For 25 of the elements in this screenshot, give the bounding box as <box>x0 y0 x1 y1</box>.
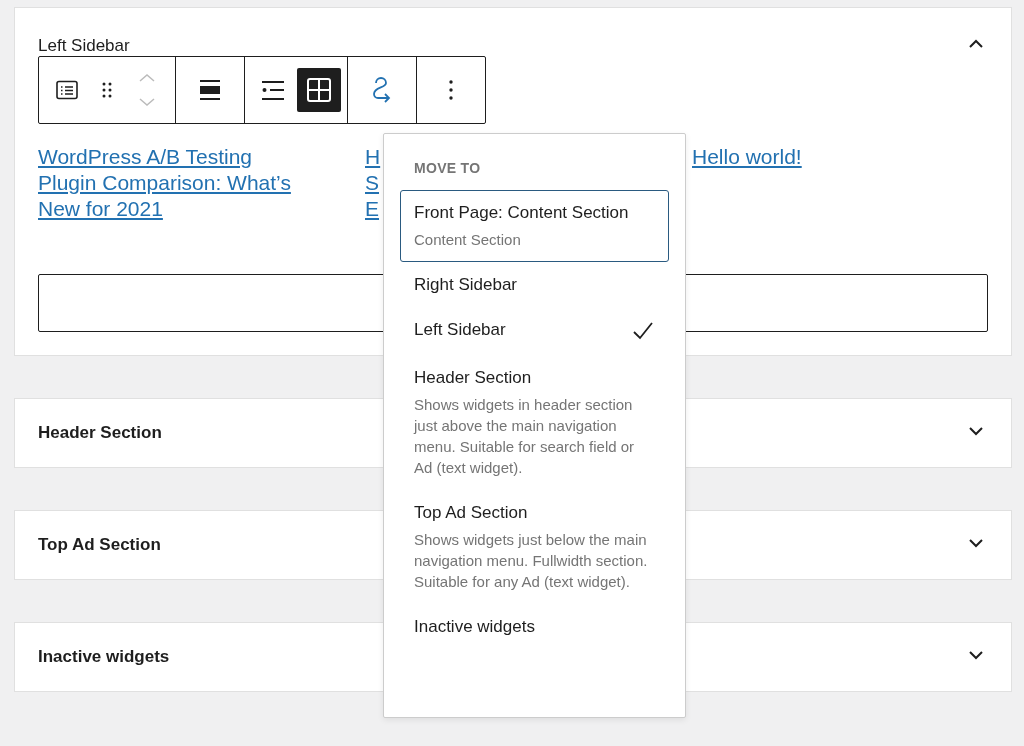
panel-title: Header Section <box>38 422 162 444</box>
toolbar-button[interactable] <box>297 68 341 112</box>
post-link[interactable]: Plugin Comparison: What’s <box>38 170 291 196</box>
post-link[interactable]: WordPress A/B Testing <box>38 144 252 170</box>
post-link[interactable]: Hello world! <box>692 144 802 170</box>
align-icon <box>199 78 221 102</box>
panel-title: Top Ad Section <box>38 534 161 556</box>
list-layout-icon <box>261 78 285 102</box>
post-link[interactable]: H <box>365 144 381 170</box>
menu-heading: MOVE TO <box>413 160 482 176</box>
menu-item[interactable]: Front Page: Content Section Content Section <box>400 190 669 262</box>
menu-item[interactable]: Inactive widgets <box>400 604 669 649</box>
up-down-icon <box>138 72 156 108</box>
list-view-icon <box>55 78 79 102</box>
menu-item[interactable]: Left Sidebar <box>400 307 669 355</box>
more-icon <box>448 78 454 102</box>
grid-icon <box>306 77 332 103</box>
menu-item[interactable]: Top Ad Section Shows widgets just below the main navigation menu. Fullwidth section. Suitable for any Ad (text widget). <box>400 490 669 604</box>
panel-title: Left Sidebar <box>38 35 130 57</box>
panel-title: Inactive widgets <box>38 646 170 668</box>
menu-item[interactable]: Right Sidebar <box>400 262 669 307</box>
menu-item[interactable]: Header Section Shows widgets in header section just above the main navigation menu. Suitable for search field or Ad (text widget). <box>400 355 669 490</box>
post-link[interactable]: E <box>365 196 379 222</box>
post-link[interactable]: New for 2021 <box>38 196 163 222</box>
post-link[interactable]: S <box>365 170 379 196</box>
